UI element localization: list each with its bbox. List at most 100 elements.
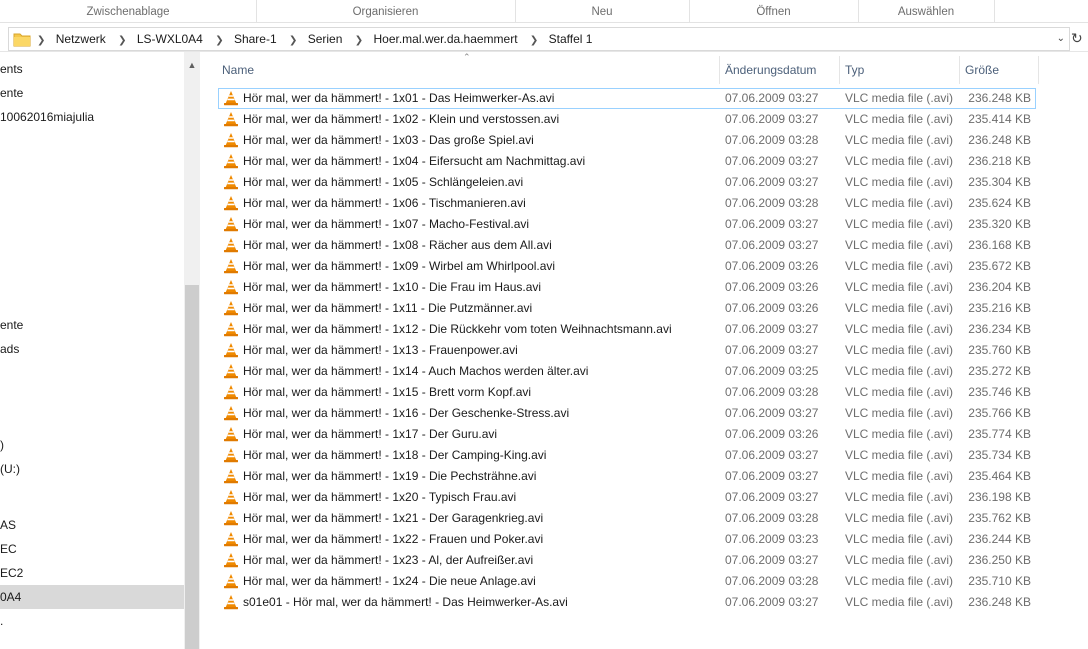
file-size: 235.414 KB	[968, 112, 1031, 126]
nav-item[interactable]: 10062016miajulia	[0, 106, 184, 128]
file-date: 07.06.2009 03:27	[725, 175, 819, 189]
file-row[interactable]: Hör mal, wer da hämmert! - 1x17 - Der Gu…	[218, 424, 1036, 445]
nav-item[interactable]: ads	[0, 338, 184, 360]
scroll-up-arrow-icon[interactable]: ▲	[184, 60, 200, 70]
file-type: VLC media file (.avi)	[845, 343, 954, 357]
file-date: 07.06.2009 03:27	[725, 112, 819, 126]
vlc-cone-icon	[224, 595, 238, 610]
file-date: 07.06.2009 03:27	[725, 91, 819, 105]
file-date: 07.06.2009 03:26	[725, 301, 819, 315]
column-header-size[interactable]: Größe	[961, 56, 1039, 84]
nav-scrollbar[interactable]: ▲	[184, 52, 200, 649]
vlc-cone-icon	[224, 385, 238, 400]
chevron-right-icon[interactable]: ❯	[355, 30, 363, 52]
chevron-down-icon[interactable]: ⌄	[1057, 28, 1065, 50]
vlc-cone-icon	[224, 133, 238, 148]
chevron-right-icon[interactable]: ❯	[289, 30, 297, 52]
nav-item[interactable]: EC2	[0, 562, 184, 584]
folder-icon	[13, 33, 31, 47]
nav-item[interactable]: )	[0, 434, 184, 456]
file-size: 236.248 KB	[968, 595, 1031, 609]
file-row[interactable]: Hör mal, wer da hämmert! - 1x02 - Klein …	[218, 109, 1036, 130]
column-header-name[interactable]: Name	[218, 56, 720, 84]
vlc-cone-icon	[224, 553, 238, 568]
file-name: Hör mal, wer da hämmert! - 1x12 - Die Rü…	[243, 322, 672, 336]
breadcrumb-nas[interactable]: LS-WXL0A4	[137, 28, 203, 50]
file-row[interactable]: Hör mal, wer da hämmert! - 1x22 - Frauen…	[218, 529, 1036, 550]
breadcrumb-network[interactable]: Netzwerk	[56, 28, 106, 50]
file-date: 07.06.2009 03:26	[725, 259, 819, 273]
file-size: 236.204 KB	[968, 280, 1031, 294]
file-row[interactable]: Hör mal, wer da hämmert! - 1x18 - Der Ca…	[218, 445, 1036, 466]
file-type: VLC media file (.avi)	[845, 511, 954, 525]
file-row[interactable]: Hör mal, wer da hämmert! - 1x24 - Die ne…	[218, 571, 1036, 592]
nav-item[interactable]: ents	[0, 58, 184, 80]
column-header-type[interactable]: Typ	[841, 56, 960, 84]
column-header-date[interactable]: Änderungsdatum	[721, 56, 840, 84]
file-row[interactable]: Hör mal, wer da hämmert! - 1x15 - Brett …	[218, 382, 1036, 403]
file-row[interactable]: Hör mal, wer da hämmert! - 1x08 - Rächer…	[218, 235, 1036, 256]
file-type: VLC media file (.avi)	[845, 259, 954, 273]
vlc-cone-icon	[224, 364, 238, 379]
nav-item[interactable]: .	[0, 610, 184, 632]
nav-item[interactable]: EC	[0, 538, 184, 560]
file-type: VLC media file (.avi)	[845, 448, 954, 462]
file-row[interactable]: Hör mal, wer da hämmert! - 1x10 - Die Fr…	[218, 277, 1036, 298]
nav-item[interactable]: ente	[0, 82, 184, 104]
nav-item[interactable]: ente	[0, 314, 184, 336]
file-row[interactable]: Hör mal, wer da hämmert! - 1x07 - Macho-…	[218, 214, 1036, 235]
file-row[interactable]: Hör mal, wer da hämmert! - 1x09 - Wirbel…	[218, 256, 1036, 277]
chevron-right-icon[interactable]: ❯	[215, 30, 223, 52]
file-date: 07.06.2009 03:28	[725, 574, 819, 588]
file-size: 235.766 KB	[968, 406, 1031, 420]
file-row[interactable]: Hör mal, wer da hämmert! - 1x13 - Frauen…	[218, 340, 1036, 361]
breadcrumb-share[interactable]: Share-1	[234, 28, 277, 50]
breadcrumb-season[interactable]: Staffel 1	[549, 28, 593, 50]
nav-item-selected[interactable]: 0A4	[0, 585, 184, 609]
file-name: Hör mal, wer da hämmert! - 1x11 - Die Pu…	[243, 301, 533, 315]
file-type: VLC media file (.avi)	[845, 154, 954, 168]
nav-item[interactable]: AS	[0, 514, 184, 536]
chevron-right-icon[interactable]: ❯	[530, 30, 538, 52]
file-row[interactable]: Hör mal, wer da hämmert! - 1x20 - Typisc…	[218, 487, 1036, 508]
file-date: 07.06.2009 03:23	[725, 532, 819, 546]
file-type: VLC media file (.avi)	[845, 574, 954, 588]
ribbon-group-clipboard: Zwischenablage	[0, 0, 257, 22]
navigation-pane: ents ente 10062016miajulia ente ads ) (U…	[0, 52, 200, 649]
file-size: 236.244 KB	[968, 532, 1031, 546]
file-date: 07.06.2009 03:27	[725, 595, 819, 609]
chevron-right-icon[interactable]: ❯	[118, 30, 126, 52]
refresh-icon[interactable]: ↻	[1071, 30, 1085, 46]
vlc-cone-icon	[224, 175, 238, 190]
file-row[interactable]: Hör mal, wer da hämmert! - 1x21 - Der Ga…	[218, 508, 1036, 529]
file-row[interactable]: s01e01 - Hör mal, wer da hämmert! - Das …	[218, 592, 1036, 613]
vlc-cone-icon	[224, 301, 238, 316]
file-row[interactable]: Hör mal, wer da hämmert! - 1x05 - Schlän…	[218, 172, 1036, 193]
file-row[interactable]: Hör mal, wer da hämmert! - 1x23 - Al, de…	[218, 550, 1036, 571]
file-row[interactable]: Hör mal, wer da hämmert! - 1x19 - Die Pe…	[218, 466, 1036, 487]
breadcrumb-show[interactable]: Hoer.mal.wer.da.haemmert	[373, 28, 517, 50]
file-row[interactable]: Hör mal, wer da hämmert! - 1x14 - Auch M…	[218, 361, 1036, 382]
file-row[interactable]: Hör mal, wer da hämmert! - 1x12 - Die Rü…	[218, 319, 1036, 340]
file-row[interactable]: Hör mal, wer da hämmert! - 1x01 - Das He…	[218, 88, 1036, 109]
chevron-right-icon[interactable]: ❯	[37, 30, 45, 52]
file-date: 07.06.2009 03:27	[725, 217, 819, 231]
file-row[interactable]: Hör mal, wer da hämmert! - 1x11 - Die Pu…	[218, 298, 1036, 319]
file-size: 235.304 KB	[968, 175, 1031, 189]
file-date: 07.06.2009 03:28	[725, 196, 819, 210]
address-bar: ❯ Netzwerk ❯ LS-WXL0A4 ❯ Share-1 ❯ Serie…	[0, 26, 1088, 52]
file-type: VLC media file (.avi)	[845, 553, 954, 567]
nav-item[interactable]: (U:)	[0, 458, 184, 480]
file-row[interactable]: Hör mal, wer da hämmert! - 1x06 - Tischm…	[218, 193, 1036, 214]
nav-scrollbar-thumb[interactable]	[185, 285, 199, 649]
file-list: Hör mal, wer da hämmert! - 1x01 - Das He…	[218, 88, 1036, 613]
vlc-cone-icon	[224, 322, 238, 337]
file-row[interactable]: Hör mal, wer da hämmert! - 1x03 - Das gr…	[218, 130, 1036, 151]
breadcrumb-series[interactable]: Serien	[308, 28, 343, 50]
vlc-cone-icon	[224, 343, 238, 358]
file-row[interactable]: Hör mal, wer da hämmert! - 1x04 - Eifers…	[218, 151, 1036, 172]
address-box[interactable]: ❯ Netzwerk ❯ LS-WXL0A4 ❯ Share-1 ❯ Serie…	[8, 27, 1070, 51]
vlc-cone-icon	[224, 448, 238, 463]
file-row[interactable]: Hör mal, wer da hämmert! - 1x16 - Der Ge…	[218, 403, 1036, 424]
vlc-cone-icon	[224, 532, 238, 547]
